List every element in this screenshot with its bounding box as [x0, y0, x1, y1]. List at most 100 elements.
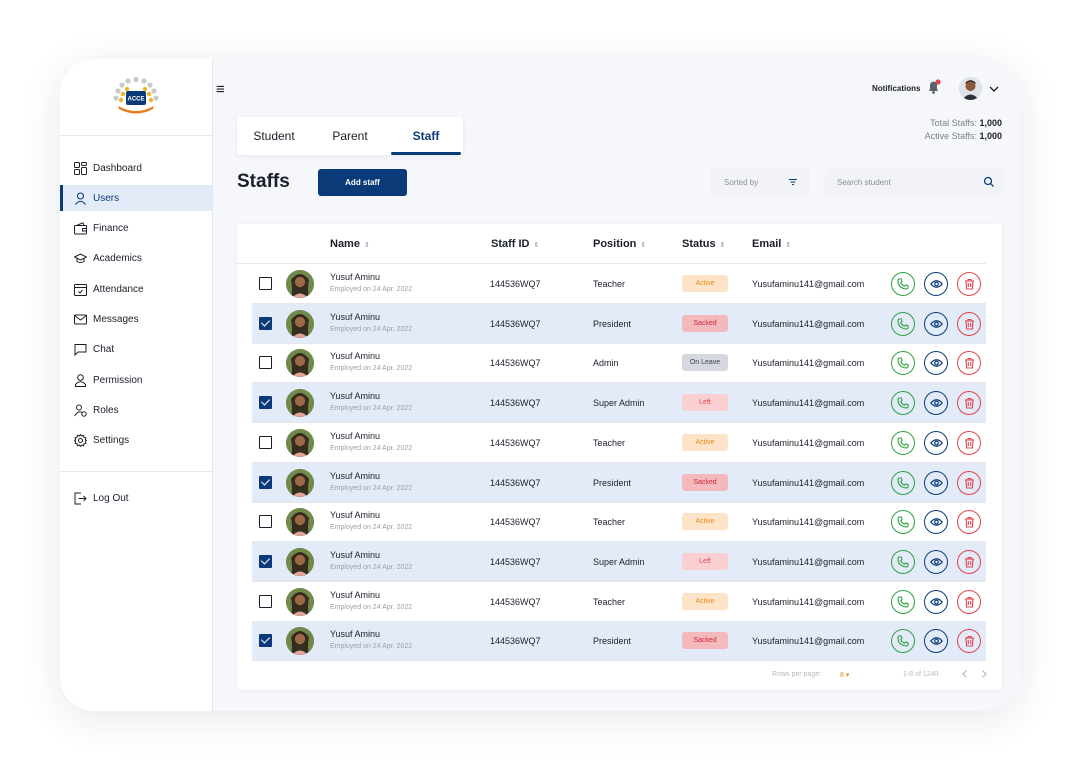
staff-name: Yusuf Aminu	[330, 391, 381, 402]
eye-icon[interactable]	[924, 629, 948, 654]
user-avatar[interactable]	[959, 77, 982, 100]
row-checkbox[interactable]	[259, 316, 272, 330]
eye-icon[interactable]	[924, 470, 948, 495]
tab-parent[interactable]: Parent	[311, 117, 389, 155]
table-row[interactable]: Yusuf Aminu Employed on 24 Apr. 2022 14453…	[252, 621, 986, 662]
eye-icon[interactable]	[924, 391, 948, 416]
phone-icon[interactable]	[891, 470, 915, 495]
status-badge: Sacked	[682, 473, 728, 491]
phone-icon[interactable]	[891, 391, 915, 416]
sidebar-item-settings[interactable]: Settings	[60, 427, 213, 453]
table-row[interactable]: Yusuf Aminu Employed on 24 Apr. 2022 14453…	[252, 582, 986, 622]
table-header: Name ⇕ Staff ID ⇕ Position ⇕ Status ⇕ Email ⇕	[237, 224, 986, 264]
chevron-left-icon[interactable]	[960, 669, 970, 679]
phone-icon[interactable]	[891, 311, 915, 336]
table-row[interactable]: Yusuf Aminu Employed on 24 Apr. 2022 14453…	[252, 383, 986, 424]
status-badge: Sacked	[682, 632, 728, 650]
row-checkbox[interactable]	[259, 277, 272, 290]
chevron-down-icon[interactable]	[988, 82, 1000, 94]
sidebar: ACCE Dashboard Users Finance Academics A…	[60, 59, 213, 711]
employment-date: Employed on 24 Apr. 2022	[330, 484, 413, 492]
logout-button[interactable]: Log Out	[60, 485, 213, 511]
trash-icon[interactable]	[957, 589, 981, 614]
row-checkbox[interactable]	[259, 435, 272, 449]
staff-name: Yusuf Aminu	[330, 510, 381, 521]
phone-icon[interactable]	[891, 430, 915, 455]
column-header-email[interactable]: Email ⇕	[752, 238, 791, 250]
table-row[interactable]: Yusuf Aminu Employed on 24 Apr. 2022 14453…	[252, 264, 986, 304]
eye-icon[interactable]	[924, 549, 948, 574]
add-staff-button[interactable]: Add staff	[318, 169, 407, 196]
sort-icon: ⇕	[533, 242, 540, 249]
trash-icon[interactable]	[957, 351, 981, 376]
mail-icon	[74, 313, 87, 326]
staff-position: Admin	[593, 358, 619, 369]
table-row[interactable]: Yusuf Aminu Employed on 24 Apr. 2022 14453…	[252, 502, 986, 543]
school-logo[interactable]: ACCE	[110, 76, 162, 118]
trash-icon[interactable]	[957, 430, 981, 455]
row-checkbox[interactable]	[259, 475, 272, 489]
staff-email: Yusufaminu141@gmail.com	[752, 358, 865, 369]
table-row[interactable]: Yusuf Aminu Employed on 24 Apr. 2022 14453…	[252, 462, 986, 503]
phone-icon[interactable]	[891, 272, 915, 296]
phone-icon[interactable]	[891, 510, 915, 535]
sidebar-item-messages[interactable]: Messages	[60, 306, 213, 332]
sidebar-item-dashboard[interactable]: Dashboard	[60, 155, 213, 181]
column-header-status[interactable]: Status ⇕	[682, 238, 726, 250]
trash-icon[interactable]	[957, 391, 981, 416]
phone-icon[interactable]	[891, 589, 915, 614]
column-header-name[interactable]: Name ⇕	[330, 238, 370, 250]
row-checkbox[interactable]	[259, 515, 272, 529]
app-window: ACCE Dashboard Users Finance Academics A…	[60, 59, 1020, 711]
sort-dropdown[interactable]: Sorted by	[710, 169, 810, 195]
phone-icon[interactable]	[891, 351, 915, 376]
chevron-right-icon[interactable]	[979, 669, 989, 679]
sidebar-item-academics[interactable]: Academics	[60, 245, 213, 271]
eye-icon[interactable]	[924, 510, 948, 535]
rows-per-page-select[interactable]: 8 ▾	[840, 671, 849, 679]
eye-icon[interactable]	[924, 589, 948, 614]
phone-icon[interactable]	[891, 629, 915, 654]
sidebar-item-chat[interactable]: Chat	[60, 336, 213, 362]
row-checkbox[interactable]	[259, 356, 272, 370]
row-checkbox[interactable]	[259, 554, 272, 568]
trash-icon[interactable]	[957, 549, 981, 574]
phone-icon[interactable]	[891, 549, 915, 574]
search-icon[interactable]	[983, 176, 995, 188]
menu-toggle-icon[interactable]: ≡	[216, 81, 225, 98]
tab-staff[interactable]: Staff	[389, 117, 463, 155]
column-header-position[interactable]: Position ⇕	[593, 238, 646, 250]
users-gear-icon	[74, 404, 87, 417]
notifications-label[interactable]: Notifications	[872, 84, 920, 93]
sidebar-item-finance[interactable]: Finance	[60, 215, 213, 241]
sidebar-item-permission[interactable]: Permission	[60, 367, 213, 393]
table-row[interactable]: Yusuf Aminu Employed on 24 Apr. 2022 14453…	[252, 303, 986, 344]
sidebar-item-users[interactable]: Users	[60, 185, 213, 211]
staff-name: Yusuf Aminu	[330, 351, 381, 362]
sidebar-item-attendance[interactable]: Attendance	[60, 276, 213, 302]
eye-icon[interactable]	[924, 272, 948, 296]
eye-icon[interactable]	[924, 430, 948, 455]
trash-icon[interactable]	[957, 470, 981, 495]
tab-student[interactable]: Student	[237, 117, 311, 155]
eye-icon[interactable]	[924, 311, 948, 336]
row-checkbox[interactable]	[259, 594, 272, 608]
row-checkbox[interactable]	[259, 634, 272, 648]
column-header-staff-id[interactable]: Staff ID ⇕	[491, 238, 539, 250]
sidebar-item-label: Chat	[93, 343, 115, 355]
search-input[interactable]: Search student	[825, 169, 1003, 195]
sidebar-item-roles[interactable]: Roles	[60, 397, 213, 423]
trash-icon[interactable]	[957, 629, 981, 654]
bell-icon[interactable]	[926, 79, 942, 95]
row-checkbox[interactable]	[259, 396, 272, 410]
table-row[interactable]: Yusuf Aminu Employed on 24 Apr. 2022 14453…	[252, 541, 986, 582]
trash-icon[interactable]	[957, 510, 981, 535]
search-placeholder: Search student	[837, 177, 891, 187]
staff-id: 144536WQ7	[490, 398, 541, 409]
table-row[interactable]: Yusuf Aminu Employed on 24 Apr. 2022 14453…	[252, 343, 986, 384]
eye-icon[interactable]	[924, 351, 948, 376]
trash-icon[interactable]	[957, 311, 981, 336]
table-row[interactable]: Yusuf Aminu Employed on 24 Apr. 2022 14453…	[252, 423, 986, 463]
trash-icon[interactable]	[957, 272, 981, 296]
staff-name: Yusuf Aminu	[330, 430, 381, 441]
